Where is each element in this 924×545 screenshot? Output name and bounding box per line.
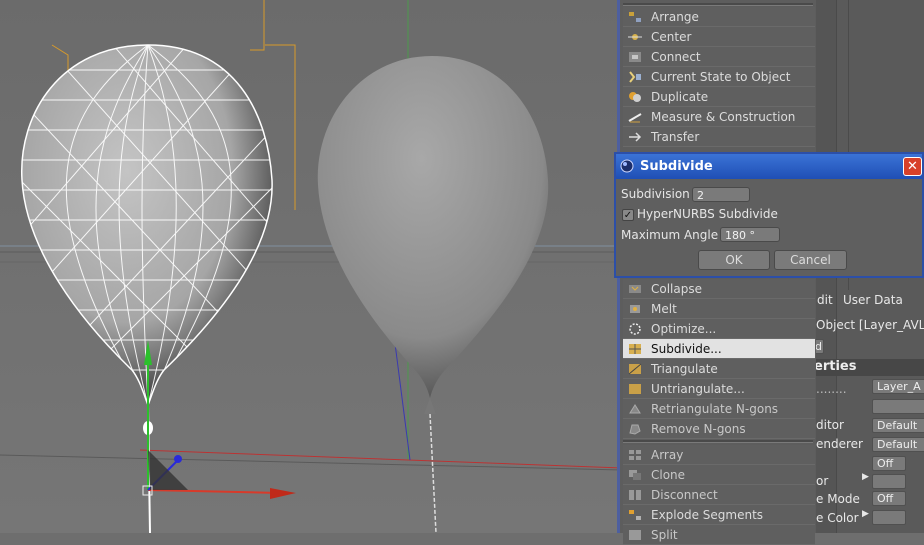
measure-icon [627,110,643,124]
menu-item-subdivide[interactable]: Subdivide... [623,339,815,359]
properties-header-label: erties [816,359,857,374]
menu-separator [623,3,813,6]
menu-item-measure[interactable]: Measure & Construction [623,107,815,127]
tab-user-data[interactable]: User Data [843,293,903,307]
menu-label: Retriangulate N-gons [651,401,779,416]
menu-label: Arrange [651,9,699,24]
menu-label: Remove N-gons [651,421,746,436]
off-select-2[interactable]: Off [872,491,906,506]
max-angle-input[interactable]: 180 ° [720,227,780,242]
menu-item-triangulate[interactable]: Triangulate [623,359,815,379]
3d-viewport[interactable] [0,0,622,533]
max-angle-label: Maximum Angle [621,228,719,242]
visible-in-renderer-label: enderer [816,437,863,451]
current-state-icon [627,70,643,84]
untriangulate-icon [627,382,643,396]
menu-item-center[interactable]: Center [623,27,815,47]
arrange-icon [627,10,643,24]
optimize-icon [627,322,643,336]
menu-item-current-state[interactable]: Current State to Object [623,67,815,87]
off-select-1[interactable]: Off [872,456,906,471]
hypernurbs-checkbox[interactable]: ✓ [622,209,634,221]
triangle-right-icon[interactable]: ▶ [862,472,869,482]
close-button[interactable]: ✕ [903,157,922,176]
menu-item-remove-ngons[interactable]: Remove N-gons [623,419,815,439]
empty-field[interactable] [872,399,924,414]
menu-label: Clone [651,467,686,482]
explode-icon [627,508,643,522]
visible-in-editor-select[interactable]: Default [872,418,924,433]
melt-icon [627,302,643,316]
connect-icon [627,50,643,64]
menu-item-untriangulate[interactable]: Untriangulate... [623,379,815,399]
sub-button[interactable]: d [816,339,824,354]
subdivide-dialog: Subdivide ✕ Subdivision 2 ✓ HyperNURBS S… [614,152,924,278]
retriangulate-icon [627,402,643,416]
properties-header: erties [816,359,924,376]
menu-label: Optimize... [651,321,717,336]
dialog-titlebar[interactable]: Subdivide ✕ [616,154,922,179]
menu-item-connect[interactable]: Connect [623,47,815,67]
center-icon [627,30,643,44]
visible-in-renderer-select[interactable]: Default [872,437,924,452]
menu-label: Transfer [651,129,700,144]
color-label: or [816,474,829,488]
viewport-scene [0,0,622,533]
menu-label: Untriangulate... [651,381,745,396]
menu-item-arrange[interactable]: Arrange [623,7,815,27]
subdivide-icon [627,342,643,356]
duplicate-icon [627,90,643,104]
menu-item-disconnect[interactable]: Disconnect [623,485,815,505]
split-icon [627,528,643,542]
menu-item-array[interactable]: Array [623,445,815,465]
menu-item-explode-segments[interactable]: Explode Segments [623,505,815,525]
subdivision-label: Subdivision [621,187,690,201]
menu-item-retriangulate[interactable]: Retriangulate N-gons [623,399,815,419]
menu-label: Explode Segments [651,507,764,522]
menu-item-clone[interactable]: Clone [623,465,815,485]
menu-label: Measure & Construction [651,109,796,124]
clone-icon [627,468,643,482]
menu-item-optimize[interactable]: Optimize... [623,319,815,339]
ok-button[interactable]: OK [698,250,770,270]
app-icon [620,159,634,173]
triangle-right-icon[interactable]: ▶ [862,509,869,519]
tab-edit[interactable]: dit [817,293,833,307]
menu-item-collapse[interactable]: Collapse [623,279,815,299]
menu-separator [623,440,813,443]
menu-label: Center [651,29,692,44]
array-icon [627,448,643,462]
menu-label: Split [651,527,678,542]
color-swatch[interactable] [872,474,906,489]
menu-item-melt[interactable]: Melt [623,299,815,319]
cancel-button[interactable]: Cancel [774,250,847,270]
dialog-title: Subdivide [640,159,713,174]
hypernurbs-label: HyperNURBS Subdivide [637,207,778,221]
menu-label: Connect [651,49,701,64]
menu-item-split[interactable]: Split [623,525,815,545]
dots: ........ [816,382,847,396]
menu-label: Subdivide... [651,341,722,356]
triangulate-icon [627,362,643,376]
menu-label: Disconnect [651,487,718,502]
subdivision-input[interactable]: 2 [692,187,750,202]
visible-in-editor-label: ditor [816,418,844,432]
transfer-icon [627,130,643,144]
menu-label: Current State to Object [651,69,791,84]
menu-label: Melt [651,301,677,316]
remove-ngons-icon [627,422,643,436]
menu-item-duplicate[interactable]: Duplicate [623,87,815,107]
disconnect-icon [627,488,643,502]
menu-label: Collapse [651,281,702,296]
collapse-icon [627,282,643,296]
layer-field[interactable]: Layer_A [872,379,924,394]
menu-label: Duplicate [651,89,709,104]
menu-label: Array [651,447,684,462]
menu-item-transfer[interactable]: Transfer [623,127,815,147]
display-mode-label: e Mode [816,492,860,506]
use-color-field[interactable] [872,510,906,525]
use-color-label: e Color [816,511,859,525]
object-title: Object [Layer_AVLa [816,318,924,332]
menu-label: Triangulate [651,361,718,376]
